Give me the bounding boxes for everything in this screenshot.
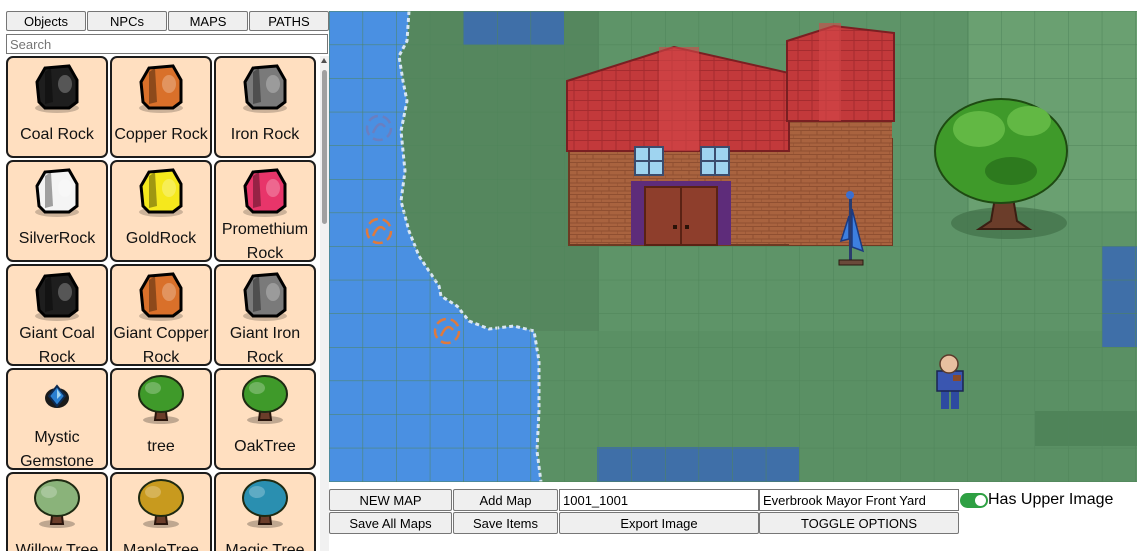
object-card[interactable]: SilverRock: [6, 160, 108, 262]
oak-tree: [934, 98, 1068, 239]
add-map-button[interactable]: Add Map: [453, 489, 558, 511]
giant-iron-rock-icon: [243, 272, 287, 321]
object-card-label: Giant Copper Rock: [113, 325, 209, 366]
upper-image-label: Has Upper Image: [988, 491, 1114, 508]
map-editor: Objects NPCs MAPS PATHS Coal Rock Copper…: [0, 0, 1146, 551]
search-input[interactable]: [6, 34, 328, 54]
object-card-label: Mystic Gemstone Rock: [20, 429, 94, 470]
object-card[interactable]: Giant Coal Rock: [6, 264, 108, 366]
copper-rock-icon: [139, 64, 183, 113]
tab-npcs[interactable]: NPCs: [87, 11, 167, 31]
giant-copper-rock-icon: [139, 272, 183, 321]
map-scene: [329, 11, 1137, 482]
object-card-label: Giant Iron Rock: [229, 325, 301, 366]
object-card[interactable]: Giant Iron Rock: [214, 264, 316, 366]
tree-icon: [138, 375, 184, 424]
scrollbar-thumb[interactable]: [322, 70, 327, 224]
toggle-knob: [975, 495, 986, 506]
gemstone-icon: [45, 384, 69, 408]
map-id-field[interactable]: [559, 489, 759, 511]
silver-rock-icon: [35, 168, 79, 217]
maple-tree-icon: [138, 479, 184, 528]
oak-tree-icon: [242, 375, 288, 424]
tab-objects[interactable]: Objects: [6, 11, 86, 31]
object-card-label: Iron Rock: [230, 126, 300, 143]
object-card-label: Giant Coal Rock: [19, 325, 95, 366]
object-card[interactable]: OakTree: [214, 368, 316, 470]
toggle-options-button[interactable]: TOGGLE OPTIONS: [759, 512, 959, 534]
object-palette: Coal Rock Copper Rock Iron Rock SilverRo…: [6, 56, 319, 551]
save-items-button[interactable]: Save Items: [453, 512, 558, 534]
object-card-label: Copper Rock: [114, 126, 208, 143]
object-card-label: OakTree: [234, 438, 296, 455]
coal-rock-icon: [35, 64, 79, 113]
palette-tabs: Objects NPCs MAPS PATHS: [6, 11, 329, 31]
tab-maps[interactable]: MAPS: [168, 11, 248, 31]
object-card[interactable]: MapleTree: [110, 472, 212, 551]
object-card[interactable]: Willow Tree: [6, 472, 108, 551]
new-map-button[interactable]: NEW MAP: [329, 489, 452, 511]
gold-rock-icon: [139, 168, 183, 217]
object-card-label: Coal Rock: [20, 126, 94, 143]
promethium-rock-icon: [243, 168, 287, 217]
object-card[interactable]: Mystic Gemstone Rock: [6, 368, 108, 470]
object-card-label: Magic Tree: [225, 542, 305, 551]
upper-image-toggle[interactable]: [960, 493, 988, 508]
object-card[interactable]: Magic Tree: [214, 472, 316, 551]
object-card-label: Willow Tree: [15, 542, 99, 551]
object-card-label: MapleTree: [123, 542, 199, 551]
tab-paths[interactable]: PATHS: [249, 11, 329, 31]
object-card-label: tree: [147, 438, 175, 455]
export-image-button[interactable]: Export Image: [559, 512, 759, 534]
palette-scrollbar[interactable]: [320, 56, 329, 551]
scroll-up-arrow-icon[interactable]: [321, 58, 327, 63]
object-card[interactable]: tree: [110, 368, 212, 470]
object-card[interactable]: Copper Rock: [110, 56, 212, 158]
iron-rock-icon: [243, 64, 287, 113]
willow-tree-icon: [34, 479, 80, 528]
object-card[interactable]: Coal Rock: [6, 56, 108, 158]
object-card-label: SilverRock: [18, 230, 96, 247]
object-card[interactable]: Giant Copper Rock: [110, 264, 212, 366]
object-card-label: Promethium Rock: [221, 221, 309, 262]
object-card[interactable]: GoldRock: [110, 160, 212, 262]
map-canvas[interactable]: [329, 11, 1137, 482]
magic-tree-icon: [242, 479, 288, 528]
object-card[interactable]: Iron Rock: [214, 56, 316, 158]
map-name-field[interactable]: [759, 489, 959, 511]
object-card-label: GoldRock: [125, 230, 197, 247]
object-card[interactable]: Promethium Rock: [214, 160, 316, 262]
save-all-maps-button[interactable]: Save All Maps: [329, 512, 452, 534]
giant-coal-rock-icon: [35, 272, 79, 321]
